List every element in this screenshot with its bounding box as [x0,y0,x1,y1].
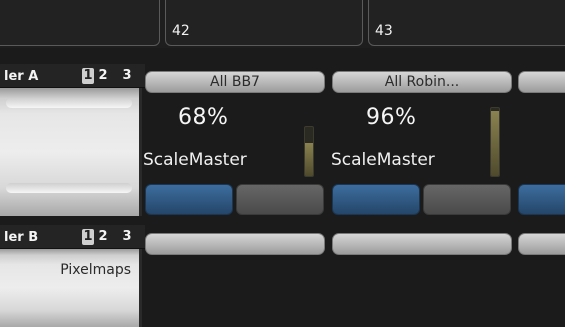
bank-a-page-1[interactable]: 1 [82,68,94,84]
bank-b-page-3[interactable]: 3 [121,229,133,245]
handle-button-primary[interactable] [518,184,565,215]
cue-cell-43[interactable]: 43 [368,0,565,46]
cue-cell-42[interactable]: 42 [165,0,363,46]
bank-b-title: ler B [4,230,39,245]
cue-strip: 42 43 [0,0,565,48]
handle-percent: 68% [178,105,229,130]
bank-b-page-2[interactable]: 2 [97,229,109,245]
cue-cell[interactable] [0,0,160,46]
cue-number: 42 [172,23,190,39]
level-meter [490,107,500,177]
bank-b-page-1[interactable]: 1 [82,229,94,245]
bank-a-fader[interactable] [0,88,142,216]
handle-name-all-robin[interactable]: All Robin... [332,71,512,93]
handle-name-empty[interactable] [332,233,512,255]
level-meter-fill [305,142,313,176]
bank-b-header: ler B 1 2 3 [0,225,145,249]
handle-name-empty[interactable] [145,233,325,255]
fader-groove [6,98,132,108]
handle-mode: ScaleMaster [143,150,247,170]
cue-number: 43 [375,23,393,39]
handle-button-secondary[interactable] [423,184,511,215]
handle-name-partial[interactable] [518,71,565,93]
bank-b-fader[interactable]: Pixelmaps [0,249,142,327]
handle-percent: 96% [366,105,417,130]
handle-name-all-bb7[interactable]: All BB7 [145,71,325,93]
level-meter-fill [491,110,499,176]
bank-a-header: ler A 1 2 3 [0,64,145,88]
bank-a-title: ler A [4,69,39,84]
level-meter [304,126,314,177]
handle-mode: ScaleMaster [331,150,435,170]
handle-button-secondary[interactable] [236,184,324,215]
handle-button-primary[interactable] [145,184,233,215]
fader-groove [6,183,132,193]
bank-b-label: Pixelmaps [60,262,131,278]
bank-a-page-3[interactable]: 3 [121,68,133,84]
handle-button-primary[interactable] [332,184,420,215]
handle-name-empty[interactable] [518,233,565,255]
bank-a-page-2[interactable]: 2 [97,68,109,84]
